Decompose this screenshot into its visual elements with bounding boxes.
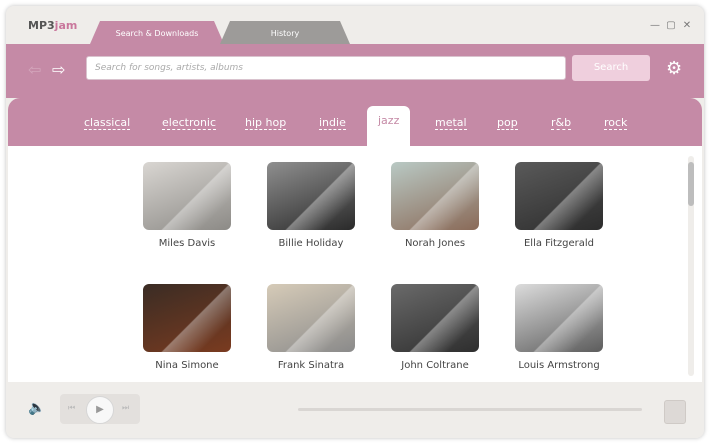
artist-name: Louis Armstrong	[518, 360, 600, 371]
app-window: MP3jam Search & Downloads History — ▢ ✕ …	[6, 6, 704, 438]
restore-icon[interactable]: ▢	[666, 20, 676, 31]
artist-grid: Miles Davis Billie Holiday Norah Jones E…	[8, 146, 702, 382]
back-arrow-icon[interactable]: ⇦	[28, 60, 41, 79]
close-icon[interactable]: ✕	[682, 20, 692, 31]
speaker-icon[interactable]: 🔈	[28, 400, 45, 416]
genre-rock[interactable]: rock	[604, 116, 628, 130]
artist-name: Ella Fitzgerald	[523, 238, 595, 249]
artist-card[interactable]: Billie Holiday	[256, 162, 366, 249]
search-input[interactable]: Search for songs, artists, albums	[86, 56, 566, 80]
window-controls: — ▢ ✕	[650, 20, 692, 31]
search-button[interactable]: Search	[572, 55, 650, 81]
genre-tabs: classical electronic hip hop indie jazz …	[8, 98, 702, 146]
artist-photo	[515, 284, 603, 352]
prev-icon[interactable]: ⏮	[68, 403, 75, 413]
player-bar: 🔈 ⏮ ▶ ⏭	[6, 382, 704, 438]
vertical-scrollbar[interactable]	[688, 156, 694, 376]
artist-card[interactable]: John Coltrane	[380, 284, 490, 371]
scroll-thumb[interactable]	[688, 162, 694, 206]
artist-photo	[515, 162, 603, 230]
genre-indie[interactable]: indie	[319, 116, 346, 130]
app-logo: MP3jam	[28, 19, 78, 32]
artist-photo	[267, 162, 355, 230]
title-bar: MP3jam Search & Downloads History — ▢ ✕	[6, 6, 704, 44]
tab-history[interactable]: History	[220, 21, 350, 44]
artist-photo	[143, 162, 231, 230]
genre-rnb[interactable]: r&b	[551, 116, 572, 130]
artist-photo	[391, 284, 479, 352]
artist-photo	[143, 284, 231, 352]
artist-name: Miles Davis	[158, 238, 216, 249]
forward-arrow-icon[interactable]: ⇨	[52, 60, 65, 79]
artist-card[interactable]: Ella Fitzgerald	[504, 162, 614, 249]
next-icon[interactable]: ⏭	[122, 403, 129, 413]
artist-name: Nina Simone	[155, 360, 219, 371]
artist-name: John Coltrane	[401, 360, 469, 371]
genre-pop[interactable]: pop	[497, 116, 518, 130]
genre-metal[interactable]: metal	[435, 116, 467, 130]
search-bar: ⇦ ⇨ Search for songs, artists, albums Se…	[6, 44, 704, 98]
folder-icon[interactable]	[664, 400, 686, 424]
play-icon[interactable]: ▶	[86, 396, 114, 424]
artist-card[interactable]: Louis Armstrong	[504, 284, 614, 371]
artist-card[interactable]: Nina Simone	[132, 284, 242, 371]
genre-jazz[interactable]: jazz	[367, 106, 411, 146]
artist-name: Frank Sinatra	[277, 360, 345, 371]
transport-controls: ⏮ ▶ ⏭	[60, 394, 140, 424]
artist-name: Billie Holiday	[278, 238, 344, 249]
artist-card[interactable]: Miles Davis	[132, 162, 242, 249]
gear-icon[interactable]: ⚙	[666, 58, 682, 79]
genre-classical[interactable]: classical	[84, 116, 131, 130]
artist-card[interactable]: Norah Jones	[380, 162, 490, 249]
genre-hip-hop[interactable]: hip hop	[245, 116, 287, 130]
artist-photo	[267, 284, 355, 352]
progress-track[interactable]	[298, 408, 642, 411]
tab-search-downloads[interactable]: Search & Downloads	[90, 21, 224, 44]
artist-photo	[391, 162, 479, 230]
artist-name: Norah Jones	[404, 238, 466, 249]
genre-electronic[interactable]: electronic	[162, 116, 217, 130]
artist-card[interactable]: Frank Sinatra	[256, 284, 366, 371]
minimize-icon[interactable]: —	[650, 20, 660, 31]
